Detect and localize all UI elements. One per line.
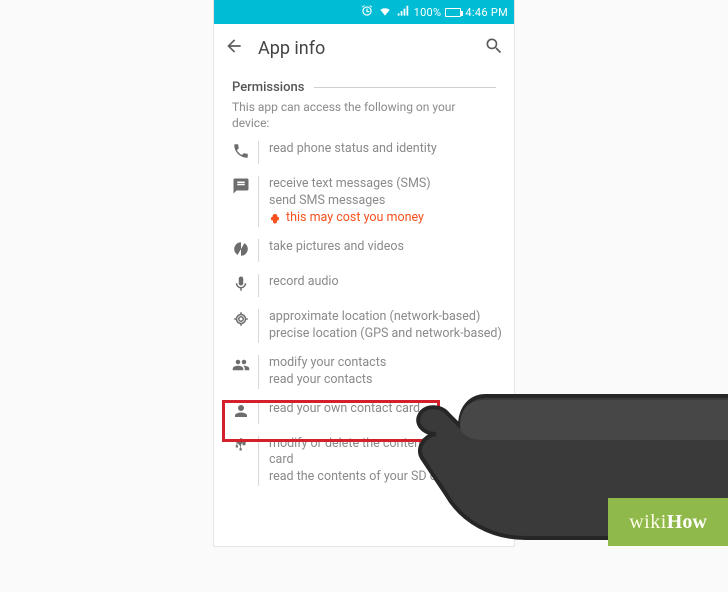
- alarm-icon: [360, 4, 374, 21]
- permission-sms: receive text messages (SMS) send SMS mes…: [224, 176, 504, 227]
- permissions-list: read phone status and identity receive t…: [214, 141, 514, 486]
- permission-contacts: modify your contacts read your contacts: [224, 355, 504, 389]
- permission-label: modify or delete the contents of your SD…: [269, 436, 504, 470]
- permission-label: read phone status and identity: [269, 141, 504, 158]
- permission-location: approximate location (network-based) pre…: [224, 309, 504, 343]
- mic-icon: [232, 275, 250, 297]
- wikihow-watermark: wikiHow: [608, 498, 728, 546]
- permission-warning: this may cost you money: [269, 210, 504, 227]
- permission-warning-text: this may cost you money: [286, 210, 424, 227]
- app-bar: App info: [214, 24, 514, 72]
- usb-icon: [232, 437, 250, 459]
- permission-phone: read phone status and identity: [224, 141, 504, 164]
- permission-label: send SMS messages: [269, 193, 504, 210]
- permissions-section: Permissions This app can access the foll…: [214, 80, 514, 131]
- phone-screen: 100% 4:46 PM App info Permissions This a…: [214, 0, 514, 546]
- back-button[interactable]: [224, 36, 244, 60]
- permission-label: receive text messages (SMS): [269, 176, 504, 193]
- watermark-wiki: wiki: [629, 511, 667, 534]
- location-icon: [232, 310, 250, 332]
- permission-label: take pictures and videos: [269, 239, 504, 256]
- section-header: Permissions: [232, 80, 496, 95]
- permission-label: read the contents of your SD card: [269, 469, 504, 486]
- permission-label: read your contacts: [269, 372, 504, 389]
- status-bar: 100% 4:46 PM: [214, 0, 514, 24]
- clock: 4:46 PM: [465, 6, 508, 19]
- battery-icon: [445, 8, 461, 17]
- watermark-how: How: [667, 511, 707, 534]
- camera-icon: [232, 240, 250, 262]
- permission-label: approximate location (network-based): [269, 309, 504, 326]
- permission-label: precise location (GPS and network-based): [269, 326, 504, 343]
- permission-label: record audio: [269, 274, 504, 291]
- section-title: Permissions: [232, 80, 304, 95]
- permission-label: read your own contact card: [269, 401, 504, 418]
- permission-camera: take pictures and videos: [224, 239, 504, 262]
- search-button[interactable]: [484, 36, 504, 60]
- signal-icon: [396, 4, 410, 21]
- wifi-icon: [378, 4, 392, 21]
- sms-icon: [232, 177, 250, 199]
- divider: [314, 87, 496, 88]
- phone-icon: [232, 142, 250, 164]
- section-description: This app can access the following on you…: [232, 99, 462, 131]
- permission-own-contact: read your own contact card: [224, 401, 504, 424]
- battery-pct: 100%: [414, 6, 442, 19]
- page-title: App info: [258, 38, 470, 59]
- permission-mic: record audio: [224, 274, 504, 297]
- permission-storage: modify or delete the contents of your SD…: [224, 436, 504, 487]
- people-icon: [232, 356, 250, 378]
- person-icon: [232, 402, 250, 424]
- content-scroll[interactable]: Permissions This app can access the foll…: [214, 72, 514, 512]
- permission-label: modify your contacts: [269, 355, 504, 372]
